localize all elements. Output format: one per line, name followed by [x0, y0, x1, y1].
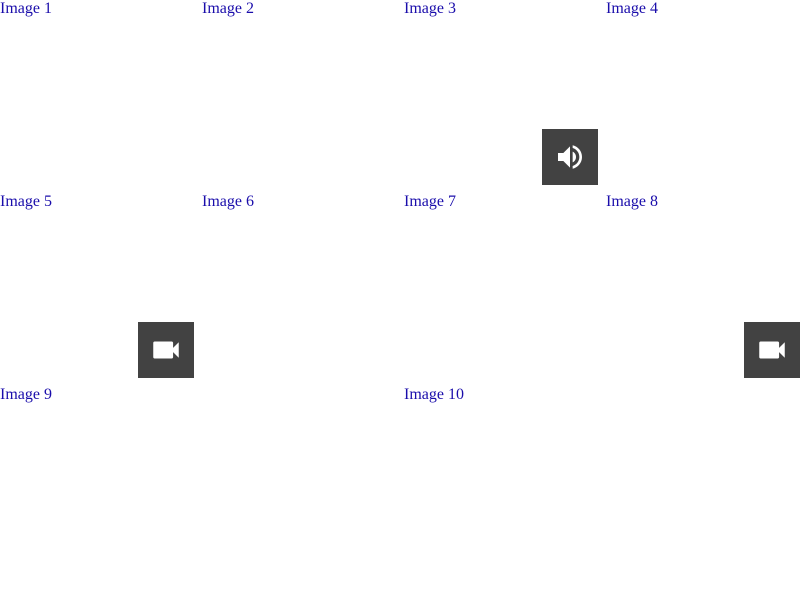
image-alt-text: Image 6 — [202, 193, 254, 210]
image-alt-text: Image 7 — [404, 193, 456, 210]
gallery-tile-2[interactable]: Image 2 — [202, 0, 396, 185]
image-alt-text: Image 8 — [606, 193, 658, 210]
video-badge[interactable] — [744, 322, 800, 378]
gallery-tile-6[interactable]: Image 6 — [202, 193, 396, 378]
image-alt-text: Image 2 — [202, 0, 254, 17]
image-alt-text: Image 4 — [606, 0, 658, 17]
media-gallery-grid: Image 1 Image 2 Image 3 Image 4 Image 5 … — [0, 0, 800, 600]
image-alt-text: Image 5 — [0, 193, 52, 210]
gallery-tile-1[interactable]: Image 1 — [0, 0, 194, 185]
gallery-tile-5[interactable]: Image 5 — [0, 193, 194, 378]
gallery-tile-3[interactable]: Image 3 — [404, 0, 598, 185]
gallery-tile-7[interactable]: Image 7 — [404, 193, 598, 378]
video-camera-icon — [153, 341, 179, 359]
image-alt-text: Image 1 — [0, 0, 52, 17]
gallery-tile-8[interactable]: Image 8 — [606, 193, 800, 378]
gallery-tile-10[interactable]: Image 10 — [404, 386, 598, 571]
gallery-tile-4[interactable]: Image 4 — [606, 0, 800, 185]
speaker-icon — [558, 145, 582, 169]
video-camera-icon — [759, 341, 785, 359]
image-alt-text: Image 3 — [404, 0, 456, 17]
image-alt-text: Image 9 — [0, 386, 52, 403]
audio-badge[interactable] — [542, 129, 598, 185]
image-alt-text: Image 10 — [404, 386, 464, 403]
gallery-tile-9[interactable]: Image 9 — [0, 386, 194, 571]
video-badge[interactable] — [138, 322, 194, 378]
